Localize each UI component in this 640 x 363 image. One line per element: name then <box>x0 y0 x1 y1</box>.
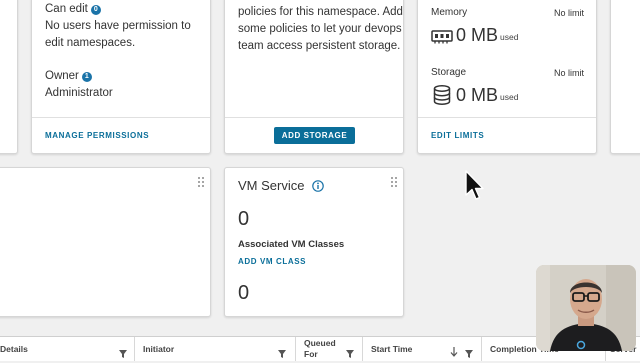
owner-row: Owner 1 <box>45 68 92 85</box>
memory-unit: used <box>500 32 519 42</box>
column-label: Start Time <box>371 344 413 354</box>
memory-usage: 0 MB used <box>456 25 518 46</box>
card-divider <box>32 117 210 118</box>
owner-count-badge: 1 <box>81 72 92 82</box>
manage-permissions-link[interactable]: MANAGE PERMISSIONS <box>45 131 149 140</box>
can-edit-message-line2: edit namespaces. <box>45 37 136 49</box>
column-start-time[interactable]: Start Time <box>363 337 482 361</box>
vm-classes-count: 0 <box>238 208 250 230</box>
memory-icon <box>431 28 453 44</box>
column-label: Queued For <box>304 338 336 359</box>
storage-unit: used <box>500 92 519 102</box>
column-queued-for[interactable]: Queued For <box>296 337 363 361</box>
partial-card-right-top <box>610 0 640 154</box>
vm-service-card: VM Service 0 Associated VM Classes ADD V… <box>224 167 404 317</box>
storage-card: policies for this namespace. Add some po… <box>224 0 404 154</box>
column-details[interactable]: Details <box>0 337 135 361</box>
permissions-card: Can edit 0 No users have permission to ed… <box>31 0 211 154</box>
card-divider <box>418 117 596 118</box>
card-divider <box>225 117 403 118</box>
presenter-video <box>536 265 636 351</box>
partial-card-left-bottom <box>0 167 211 317</box>
drag-handle-icon[interactable] <box>198 177 204 187</box>
can-edit-label: Can edit <box>45 3 88 15</box>
info-icon[interactable] <box>312 179 324 192</box>
mouse-cursor <box>465 170 485 202</box>
can-edit-count-badge: 0 <box>90 5 101 15</box>
drag-handle-icon[interactable] <box>391 177 397 187</box>
add-vm-class-link[interactable]: ADD VM CLASS <box>238 257 306 266</box>
storage-message-line2: some policies to let your devops <box>238 23 402 35</box>
add-storage-button[interactable]: ADD STORAGE <box>274 127 355 144</box>
storage-limit: No limit <box>554 68 585 78</box>
second-count: 0 <box>238 282 250 304</box>
webcam-overlay <box>536 265 636 351</box>
vm-service-title: VM Service <box>238 178 305 193</box>
vm-classes-label: Associated VM Classes <box>238 239 345 250</box>
edit-limits-link[interactable]: EDIT LIMITS <box>431 131 484 140</box>
filter-icon[interactable] <box>346 345 354 358</box>
storage-message-line3: team access persistent storage. <box>238 40 401 52</box>
storage-value: 0 MB <box>456 85 499 105</box>
sort-down-icon[interactable] <box>450 344 458 357</box>
owner-value: Administrator <box>45 87 113 99</box>
owner-label: Owner <box>45 70 79 82</box>
column-label: Details <box>0 344 28 354</box>
memory-limit: No limit <box>554 8 585 18</box>
partial-card-left-top <box>0 0 18 154</box>
capacity-card: Memory No limit 0 MB used Storage No limi… <box>417 0 597 154</box>
filter-icon[interactable] <box>278 345 286 358</box>
storage-usage: 0 MB used <box>456 85 518 106</box>
filter-icon[interactable] <box>119 345 127 358</box>
storage-message-line1: policies for this namespace. Add <box>238 6 403 18</box>
memory-value: 0 MB <box>456 25 499 45</box>
memory-label: Memory <box>431 7 468 18</box>
filter-icon[interactable] <box>465 345 473 358</box>
can-edit-row: Can edit 0 <box>45 1 101 18</box>
database-icon <box>433 85 451 105</box>
column-label: Initiator <box>143 344 175 354</box>
can-edit-message-line1: No users have permission to <box>45 20 191 32</box>
column-initiator[interactable]: Initiator <box>135 337 296 361</box>
storage-label: Storage <box>431 67 467 78</box>
